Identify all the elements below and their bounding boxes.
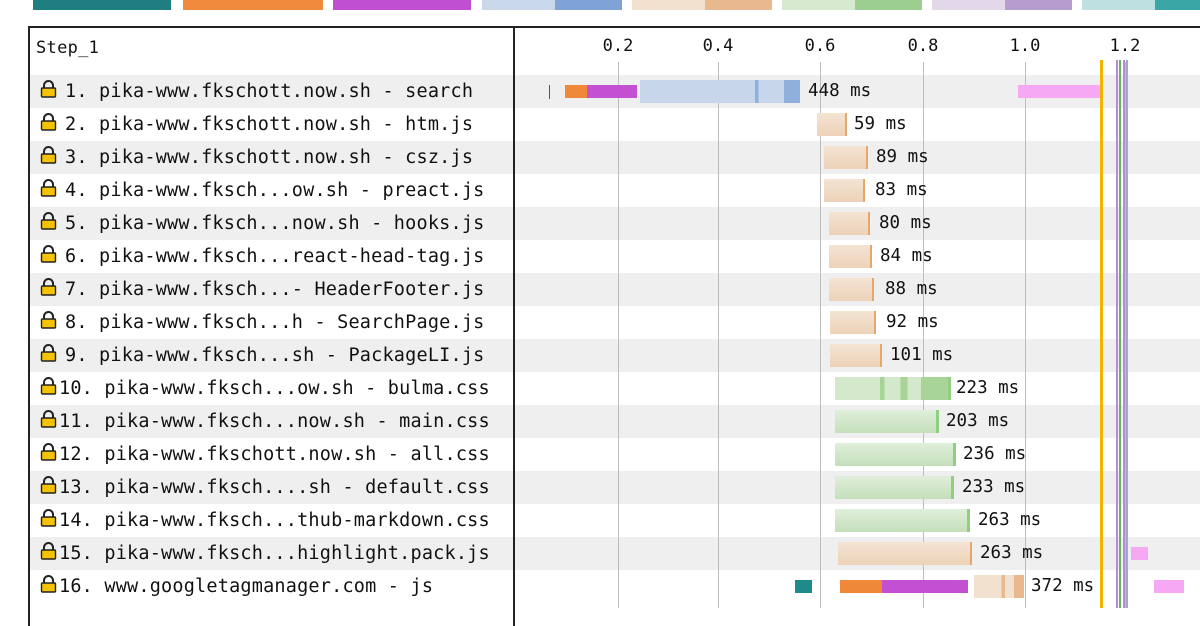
dns-bar: [795, 580, 812, 593]
timing-label: 84 ms: [880, 246, 933, 266]
dns-bar: [549, 85, 550, 99]
column-divider: [513, 26, 515, 626]
legend-swatch-html: [482, 0, 622, 10]
axis-tick-label: 0.6: [804, 36, 836, 56]
timing-label: 233 ms: [962, 477, 1026, 497]
axis-tick-label: 0.8: [907, 36, 939, 56]
dom-content-loaded-line: [1119, 60, 1121, 608]
timing-label: 83 ms: [875, 180, 928, 200]
timing-label: 80 ms: [879, 213, 932, 233]
timing-label: 223 ms: [956, 378, 1020, 398]
js-execution-bar: [1154, 580, 1184, 593]
legend-swatch-other: [1082, 0, 1200, 10]
axis-tick-label: 1.0: [1009, 36, 1041, 56]
css-download-bar: [835, 410, 939, 433]
js-download-bar: [829, 212, 870, 235]
css-download-bar: [835, 509, 970, 532]
css-download-bar: [835, 377, 951, 400]
legend-swatch-connect: [183, 0, 323, 10]
html-download-bar: [640, 80, 800, 103]
axis-tick-label: 0.4: [702, 36, 734, 56]
legend-swatch-font: [932, 0, 1072, 10]
js-download-bar: [817, 113, 847, 136]
gridline: [618, 62, 619, 608]
timing-label: 372 ms: [1031, 576, 1095, 596]
document-complete-line: [1126, 60, 1128, 608]
timing-label: 59 ms: [854, 114, 907, 134]
legend-swatch-dns: [33, 0, 171, 10]
ssl-bar: [882, 580, 968, 593]
axis-tick-label: 1.2: [1109, 36, 1141, 56]
timing-label: 88 ms: [885, 279, 938, 299]
js-download-bar: [830, 311, 876, 334]
css-download-bar: [835, 443, 956, 466]
axis-tick-label: 0.2: [602, 36, 634, 56]
timing-label: 236 ms: [963, 444, 1027, 464]
js-download-bar: [830, 344, 882, 367]
js-execution-bar: [1018, 85, 1102, 98]
css-download-bar: [835, 476, 954, 499]
js-download-bar: [824, 146, 868, 169]
timing-label: 263 ms: [980, 543, 1044, 563]
legend-swatch-ssl: [333, 0, 471, 10]
ssl-bar: [587, 85, 637, 98]
timing-label: 101 ms: [890, 345, 954, 365]
timing-label: 448 ms: [808, 81, 872, 101]
gridline: [718, 62, 719, 608]
onload-line: [1123, 60, 1125, 608]
legend-swatch-js: [632, 0, 772, 10]
connect-bar: [565, 85, 587, 98]
start-render-line: [1100, 60, 1103, 608]
timing-label: 89 ms: [876, 147, 929, 167]
step-title: Step_1: [36, 38, 100, 58]
legend-swatch-css: [782, 0, 922, 10]
js-download-bar: [824, 179, 865, 202]
js-execution-bar: [1131, 547, 1148, 560]
js-download-bar: [974, 575, 1024, 598]
js-download-bar: [838, 542, 972, 565]
js-download-bar: [829, 245, 872, 268]
timing-label: 263 ms: [978, 510, 1042, 530]
connect-bar: [840, 580, 882, 593]
dom-interactive-line: [1116, 60, 1118, 608]
js-download-bar: [829, 278, 874, 301]
timing-label: 92 ms: [886, 312, 939, 332]
gridline: [820, 62, 821, 608]
timing-label: 203 ms: [946, 411, 1010, 431]
